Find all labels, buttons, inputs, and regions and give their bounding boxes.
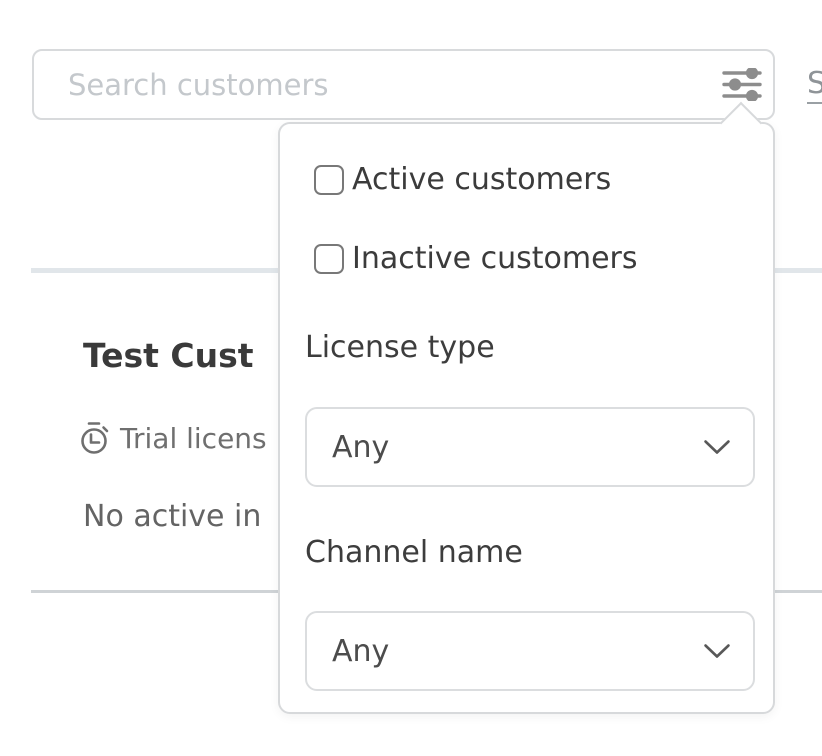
license-type-label: License type	[305, 330, 495, 365]
license-type-text: Trial licens	[120, 422, 267, 455]
inactive-customers-checkbox[interactable]	[314, 244, 344, 274]
search-box	[32, 49, 775, 120]
truncated-right-label[interactable]: S	[807, 66, 822, 104]
stopwatch-icon	[80, 420, 111, 456]
chevron-down-icon	[703, 643, 731, 660]
license-type-select[interactable]: Any	[305, 407, 755, 487]
license-type-select-value: Any	[332, 430, 703, 465]
search-input[interactable]	[34, 51, 711, 118]
channel-name-label: Channel name	[305, 535, 523, 570]
checkbox-label: Active customers	[352, 162, 611, 197]
chevron-down-icon	[703, 439, 731, 456]
inactive-customers-checkbox-row[interactable]: Inactive customers	[314, 242, 637, 275]
active-customers-checkbox-row[interactable]: Active customers	[314, 163, 611, 196]
channel-name-select-value: Any	[332, 634, 703, 669]
filter-popover: Active customers Inactive customers Lice…	[278, 122, 775, 714]
license-info-row: Trial licens	[80, 420, 267, 456]
checkbox-label: Inactive customers	[352, 241, 637, 276]
active-customers-checkbox[interactable]	[314, 165, 344, 195]
customer-name: Test Cust	[83, 336, 254, 375]
sliders-icon	[722, 68, 762, 101]
customer-status-text: No active in	[83, 499, 261, 534]
channel-name-select[interactable]: Any	[305, 611, 755, 691]
